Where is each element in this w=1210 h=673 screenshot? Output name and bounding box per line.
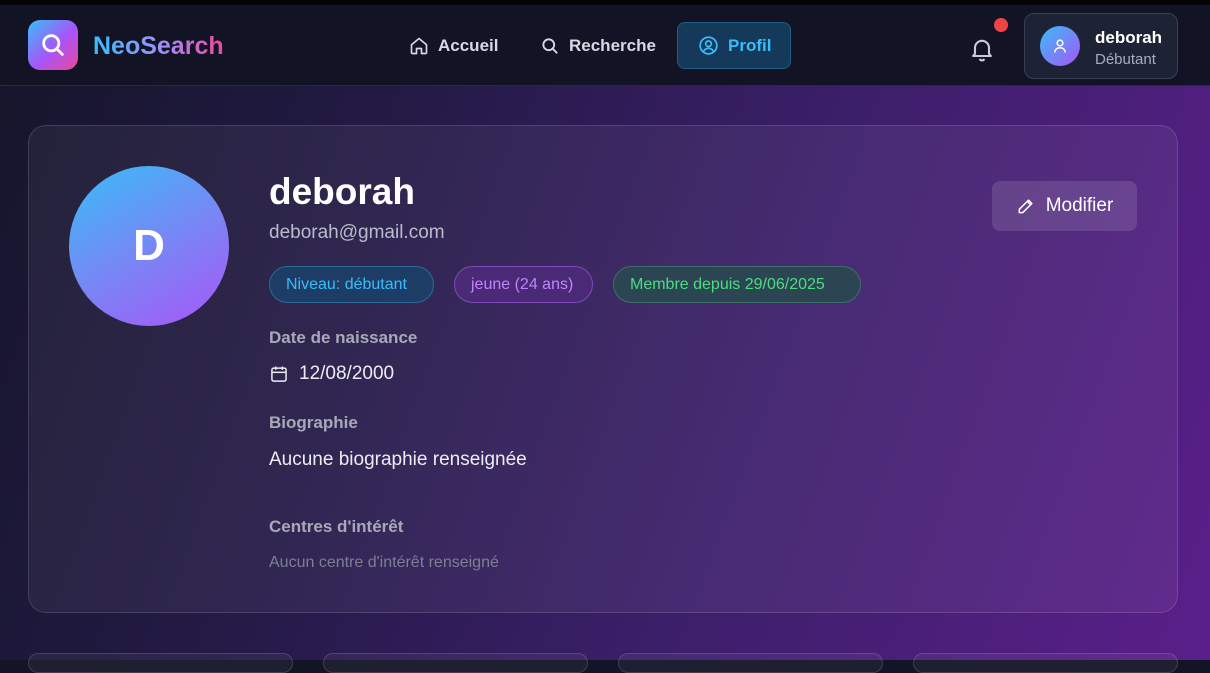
home-icon (410, 37, 428, 54)
nav-item-label: Recherche (569, 35, 656, 55)
member-since-badge: Membre depuis 29/06/2025 (613, 266, 861, 303)
nav-item-label: Profil (728, 35, 772, 55)
stat-card (28, 653, 293, 673)
birth-date-label: Date de naissance (269, 328, 418, 347)
nav-item-recherche[interactable]: Recherche (520, 22, 676, 69)
navbar: NeoSearch Accueil Recherche Profil debor… (0, 5, 1210, 86)
bio-label: Biographie (269, 413, 358, 432)
pencil-icon (1018, 199, 1033, 214)
bio-value: Aucune biographie renseignée (269, 449, 527, 470)
birth-date-value: 12/08/2000 (299, 363, 395, 384)
edit-profile-label: Modifier (1045, 195, 1114, 216)
stat-card (323, 653, 588, 673)
calendar-icon (271, 366, 287, 382)
profile-avatar: D (69, 166, 229, 326)
profile-card: D deborah deborah@gmail.com Modifier Niv… (28, 125, 1178, 613)
user-menu-button[interactable]: deborah Débutant (1024, 13, 1178, 79)
notification-bell-icon[interactable] (968, 35, 996, 63)
app-name[interactable]: NeoSearch (93, 31, 224, 61)
interests-value: Aucun centre d'intérêt renseigné (269, 554, 499, 571)
stat-card (618, 653, 883, 673)
age-badge: jeune (24 ans) (454, 266, 593, 303)
logo-search-icon (42, 34, 64, 56)
page: NeoSearch Accueil Recherche Profil debor… (0, 5, 1210, 673)
nav-item-profil[interactable]: Profil (677, 22, 791, 69)
user-level: Débutant (1095, 51, 1156, 68)
user-name: deborah (1095, 28, 1163, 47)
nav-item-label: Accueil (438, 35, 499, 55)
edit-profile-button[interactable]: Modifier (992, 181, 1137, 231)
search-icon (542, 37, 558, 54)
notification-dot (994, 18, 1008, 32)
profile-name: deborah (269, 171, 415, 212)
nav-item-accueil[interactable]: Accueil (389, 22, 518, 69)
level-badge: Niveau: débutant (269, 266, 434, 303)
logo-badge[interactable] (28, 20, 78, 70)
profile-email: deborah@gmail.com (269, 222, 445, 243)
avatar (1040, 26, 1080, 66)
birth-date-row: 12/08/2000 (269, 363, 394, 385)
interests-label: Centres d'intérêt (269, 517, 404, 536)
stat-card (913, 653, 1178, 673)
user-circle-icon (699, 36, 718, 55)
user-icon (1054, 39, 1066, 53)
